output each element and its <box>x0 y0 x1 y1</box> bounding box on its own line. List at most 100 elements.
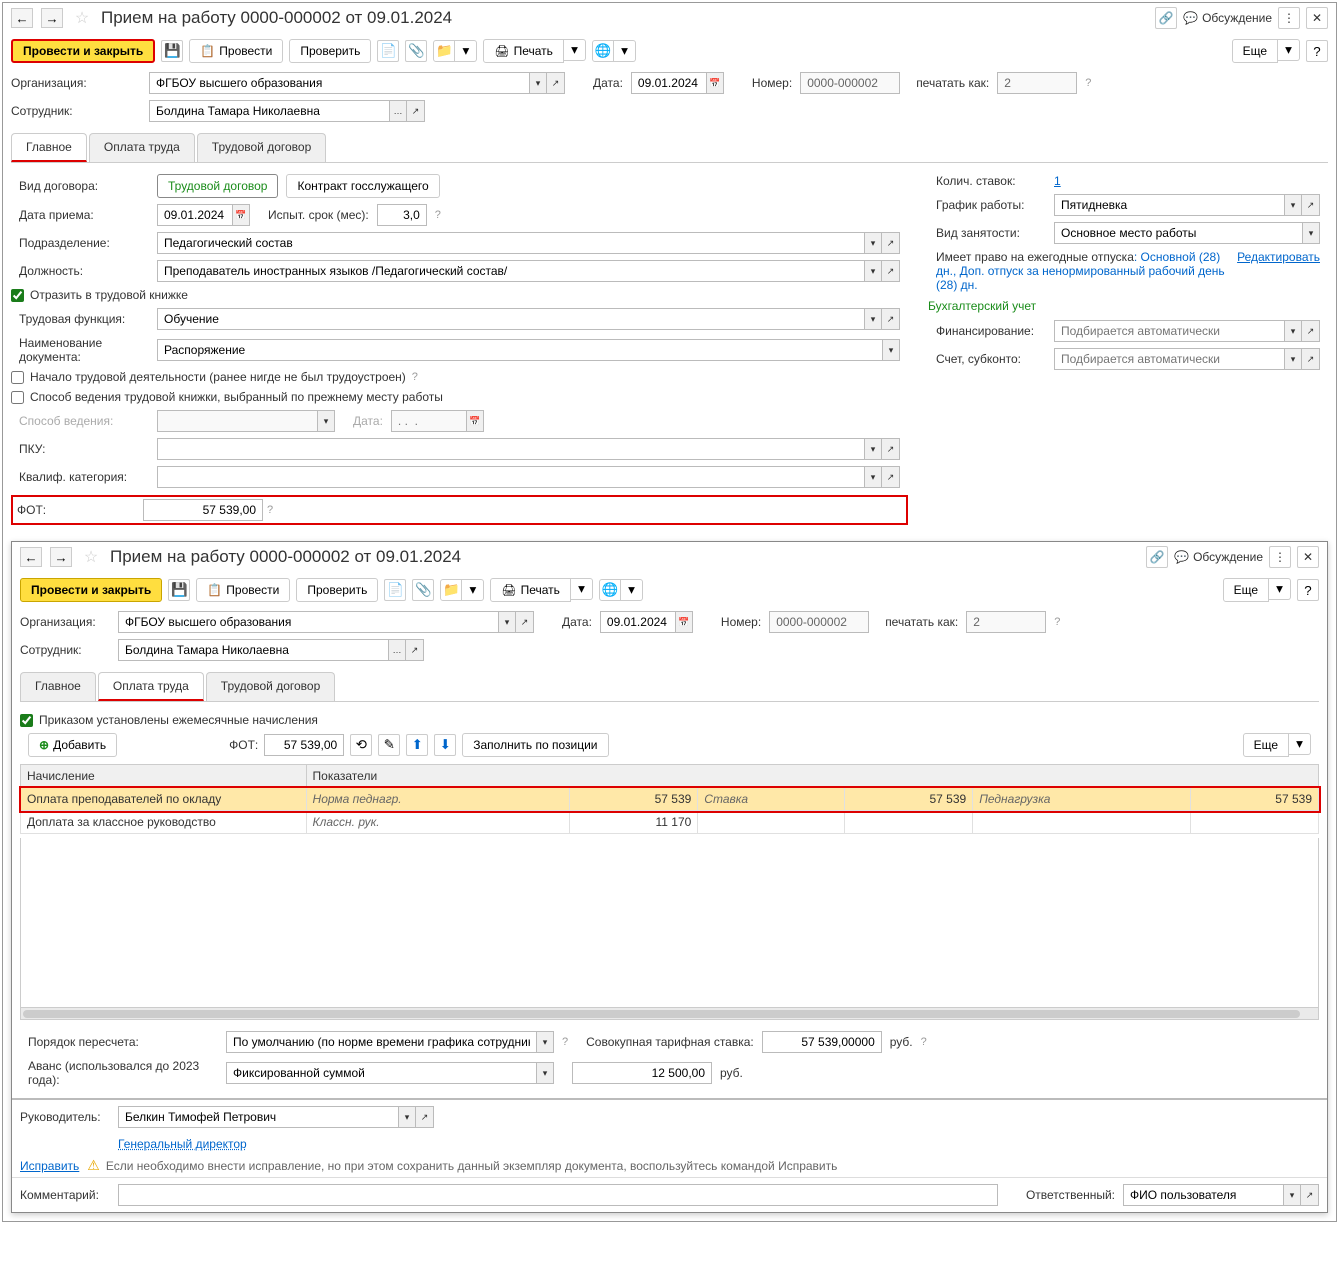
func-open[interactable]: ↗ <box>882 308 900 330</box>
link-icon[interactable]: 🔗 <box>1155 7 1177 29</box>
acc-open[interactable]: ↗ <box>1302 348 1320 370</box>
qual-input[interactable] <box>157 466 864 488</box>
dept-input[interactable] <box>157 232 864 254</box>
help-q[interactable]: ? <box>1085 77 1091 89</box>
emp-sel[interactable]: … <box>389 100 407 122</box>
employment-dd[interactable]: ▾ <box>1302 222 1320 244</box>
contract-type-1[interactable]: Трудовой договор <box>157 174 278 198</box>
tab-pay[interactable]: Оплата труда <box>89 133 195 162</box>
doc-icon[interactable]: 📄 <box>377 40 399 62</box>
global-dd-icon[interactable]: ▾ <box>614 40 636 62</box>
schedule-open[interactable]: ↗ <box>1302 194 1320 216</box>
save-icon[interactable]: 💾 <box>161 40 183 62</box>
help-icon[interactable]: ? <box>1306 40 1328 62</box>
folder-dd-icon[interactable]: ▾ <box>462 579 484 601</box>
employment-input[interactable] <box>1054 222 1302 244</box>
date-cal-icon[interactable]: 📅 <box>675 611 693 633</box>
resp-input[interactable] <box>1123 1184 1283 1206</box>
global-dd-icon[interactable]: ▾ <box>621 579 643 601</box>
table-more-dd[interactable]: ▾ <box>1289 733 1311 755</box>
emp-open[interactable]: ↗ <box>406 639 424 661</box>
help-q[interactable]: ? <box>412 371 418 383</box>
discuss-link[interactable]: 💬 Обсуждение <box>1183 11 1272 25</box>
help-q[interactable]: ? <box>921 1036 927 1048</box>
manager-open[interactable]: ↗ <box>416 1106 434 1128</box>
pos-input[interactable] <box>157 260 864 282</box>
org-dd[interactable]: ▾ <box>498 611 516 633</box>
help-q[interactable]: ? <box>267 504 273 516</box>
tab-contract[interactable]: Трудовой договор <box>206 672 335 701</box>
save-icon[interactable]: 💾 <box>168 579 190 601</box>
fin-open[interactable]: ↗ <box>1302 320 1320 342</box>
hire-cal-icon[interactable]: 📅 <box>232 204 250 226</box>
printas-input[interactable] <box>966 611 1046 633</box>
manager-dd[interactable]: ▾ <box>398 1106 416 1128</box>
org-open[interactable]: ↗ <box>516 611 534 633</box>
pku-open[interactable]: ↗ <box>882 438 900 460</box>
docname-dd[interactable]: ▾ <box>882 339 900 361</box>
emp-input[interactable] <box>118 639 388 661</box>
method-dd[interactable]: ▾ <box>317 410 335 432</box>
up-icon[interactable]: ⬆ <box>406 734 428 756</box>
print-dd-icon[interactable]: ▾ <box>564 39 586 61</box>
emp-open[interactable]: ↗ <box>407 100 425 122</box>
refresh-icon[interactable]: ⟲ <box>350 734 372 756</box>
org-open[interactable]: ↗ <box>547 72 565 94</box>
manager-post-link[interactable]: Генеральный директор <box>118 1137 247 1151</box>
back-button[interactable]: ← <box>11 8 33 28</box>
down-icon[interactable]: ⬇ <box>434 734 456 756</box>
total-rate-input[interactable] <box>762 1031 882 1053</box>
comment-input[interactable] <box>118 1184 998 1206</box>
resp-open[interactable]: ↗ <box>1301 1184 1319 1206</box>
dept-dd[interactable]: ▾ <box>864 232 882 254</box>
menu-icon[interactable]: ⋮ <box>1269 546 1291 568</box>
contract-type-2[interactable]: Контракт госслужащего <box>286 174 439 198</box>
org-input[interactable] <box>118 611 498 633</box>
tab-main[interactable]: Главное <box>11 133 87 162</box>
global-icon[interactable]: 🌐 <box>599 579 621 601</box>
global-icon[interactable]: 🌐 <box>592 40 614 62</box>
advance-dd[interactable]: ▾ <box>536 1062 554 1084</box>
manager-input[interactable] <box>118 1106 398 1128</box>
print-button[interactable]: 🖨 Печать <box>483 39 564 63</box>
close-icon[interactable]: ✕ <box>1306 7 1328 29</box>
date-input[interactable] <box>600 611 675 633</box>
resp-dd[interactable]: ▾ <box>1283 1184 1301 1206</box>
edit-link[interactable]: Редактировать <box>1237 250 1320 264</box>
post-close-button[interactable]: Провести и закрыть <box>20 578 162 602</box>
table-row[interactable]: Оплата преподавателей по окладу Норма пе… <box>21 788 1319 811</box>
fot-input[interactable] <box>143 499 263 521</box>
emp-sel[interactable]: … <box>388 639 406 661</box>
col-accrual[interactable]: Начисление <box>21 765 307 788</box>
acc-dd[interactable]: ▾ <box>1284 348 1302 370</box>
col-indicators[interactable]: Показатели <box>306 765 1318 788</box>
forward-button[interactable]: → <box>50 547 72 567</box>
dept-open[interactable]: ↗ <box>882 232 900 254</box>
post-button[interactable]: 📋 Провести <box>189 39 283 63</box>
print-button[interactable]: 🖨 Печать <box>490 578 571 602</box>
folder-dd-icon[interactable]: ▾ <box>455 40 477 62</box>
forward-button[interactable]: → <box>41 8 63 28</box>
func-dd[interactable]: ▾ <box>864 308 882 330</box>
qual-open[interactable]: ↗ <box>882 466 900 488</box>
check-button[interactable]: Проверить <box>296 578 378 602</box>
advance-input[interactable] <box>226 1062 536 1084</box>
num-input[interactable] <box>769 611 869 633</box>
schedule-input[interactable] <box>1054 194 1284 216</box>
trial-input[interactable] <box>377 204 427 226</box>
tab-main[interactable]: Главное <box>20 672 96 701</box>
doc-icon[interactable]: 📄 <box>384 579 406 601</box>
post-close-button[interactable]: Провести и закрыть <box>11 39 155 63</box>
firstjob-checkbox[interactable] <box>11 371 24 384</box>
table-row[interactable]: Доплата за классное руководство Классн. … <box>21 811 1319 834</box>
more-button[interactable]: Еще <box>1232 39 1278 63</box>
attach-icon[interactable]: 📎 <box>405 40 427 62</box>
link-icon[interactable]: 🔗 <box>1146 546 1168 568</box>
pku-dd[interactable]: ▾ <box>864 438 882 460</box>
date-input[interactable] <box>631 72 706 94</box>
advance-amount-input[interactable] <box>572 1062 712 1084</box>
emp-input[interactable] <box>149 100 389 122</box>
num-input[interactable] <box>800 72 900 94</box>
menu-icon[interactable]: ⋮ <box>1278 7 1300 29</box>
folder-icon[interactable]: 📁 <box>440 579 462 601</box>
